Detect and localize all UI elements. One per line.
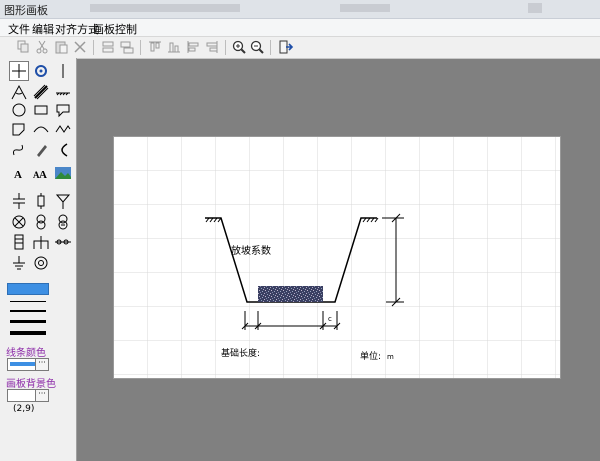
slope-coefficient-label: 放坡系数: [231, 244, 271, 257]
lamp-icon[interactable]: [10, 213, 28, 231]
line-width-4[interactable]: [10, 331, 46, 335]
text-tool-icon[interactable]: A: [10, 164, 28, 182]
menu-file[interactable]: 文件: [8, 21, 30, 37]
drawing-svg: 放坡系数 c 基础长度: 单位: m: [114, 137, 560, 378]
transformer-icon[interactable]: [32, 213, 50, 231]
dimension-c-label: c: [328, 315, 332, 323]
bg-color-more-button[interactable]: ···: [35, 389, 49, 402]
ground-icon[interactable]: [10, 254, 28, 272]
align-top-icon[interactable]: [147, 39, 163, 55]
toolbar-separator: [225, 40, 226, 55]
rotate-tool-icon[interactable]: [32, 62, 50, 80]
crosshair-tool-icon[interactable]: [9, 61, 29, 81]
align-right-icon[interactable]: [204, 39, 220, 55]
zoom-out-icon[interactable]: [249, 39, 265, 55]
busbar-icon[interactable]: [10, 233, 28, 251]
title-bar: 图形画板: [0, 0, 600, 19]
foundation-block[interactable]: [258, 286, 323, 302]
menu-canvas-control[interactable]: 画板控制: [93, 21, 137, 37]
window-control[interactable]: [528, 3, 542, 13]
arc-tool-icon[interactable]: [32, 120, 50, 138]
title-blur: [340, 4, 390, 12]
paste-icon[interactable]: [53, 39, 69, 55]
line-color-swatch: [10, 362, 38, 366]
title-blur: [90, 4, 240, 12]
line-width-2[interactable]: [10, 310, 46, 312]
unit-label: 单位:: [360, 350, 381, 362]
toolbar: [0, 37, 600, 59]
ungroup-icon[interactable]: [119, 39, 135, 55]
tool-panel: A AA 线条颜色 ··· 画板背景色 ··· (2,9): [0, 58, 77, 461]
ground-line-tool-icon[interactable]: [54, 83, 72, 101]
angle-tool-icon[interactable]: [10, 83, 28, 101]
zigzag-tool-icon[interactable]: [54, 120, 72, 138]
line-width-1[interactable]: [10, 301, 46, 302]
line-color-label: 线条颜色: [6, 348, 46, 359]
copy-icon[interactable]: [15, 39, 31, 55]
svg-text:A: A: [14, 169, 22, 181]
window-title: 图形画板: [4, 4, 48, 17]
vertical-line-tool-icon[interactable]: [54, 62, 72, 80]
toolbar-separator: [270, 40, 271, 55]
curve-tool-icon[interactable]: [10, 141, 28, 159]
image-tool-icon[interactable]: [54, 164, 72, 182]
transformer-alt-icon[interactable]: [54, 213, 72, 231]
canvas-grid: [114, 137, 560, 378]
line-width-3[interactable]: [10, 320, 46, 323]
exit-icon[interactable]: [278, 39, 294, 55]
group-icon[interactable]: [100, 39, 116, 55]
callout-tool-icon[interactable]: [54, 101, 72, 119]
unit-value: m: [387, 353, 394, 361]
base-length-label: 基础长度:: [221, 347, 260, 359]
pencil-tool-icon[interactable]: [32, 141, 50, 159]
text-style-tool-icon[interactable]: AA: [32, 164, 50, 182]
line-style-selected[interactable]: [7, 283, 49, 295]
circle-tool-icon[interactable]: [10, 101, 28, 119]
antenna-icon[interactable]: [54, 192, 72, 210]
menu-bar: 文件 编辑 对齐方式 画板控制: [0, 19, 600, 37]
zoom-in-icon[interactable]: [231, 39, 247, 55]
rectangle-tool-icon[interactable]: [32, 101, 50, 119]
delete-icon[interactable]: [72, 39, 88, 55]
crescent-arc-tool-icon[interactable]: [54, 141, 72, 159]
align-left-icon[interactable]: [185, 39, 201, 55]
polygon-tool-icon[interactable]: [10, 120, 28, 138]
toolbar-separator: [93, 40, 94, 55]
drawing-canvas[interactable]: 放坡系数 c 基础长度: 单位: m: [113, 136, 561, 379]
cut-icon[interactable]: [34, 39, 50, 55]
bg-color-label: 画板背景色: [6, 379, 56, 390]
toolbar-separator: [140, 40, 141, 55]
align-bottom-icon[interactable]: [166, 39, 182, 55]
cursor-coordinates: (2,9): [13, 404, 35, 414]
line-color-more-button[interactable]: ···: [35, 358, 49, 371]
fuse-chain-icon[interactable]: [54, 233, 72, 251]
capacitor-icon[interactable]: [10, 192, 28, 210]
meter-icon[interactable]: [32, 254, 50, 272]
switch-icon[interactable]: [32, 233, 50, 251]
hatch-tool-icon[interactable]: [32, 83, 50, 101]
svg-text:A: A: [39, 169, 47, 181]
menu-edit[interactable]: 编辑: [32, 21, 54, 37]
resistor-icon[interactable]: [32, 192, 50, 210]
